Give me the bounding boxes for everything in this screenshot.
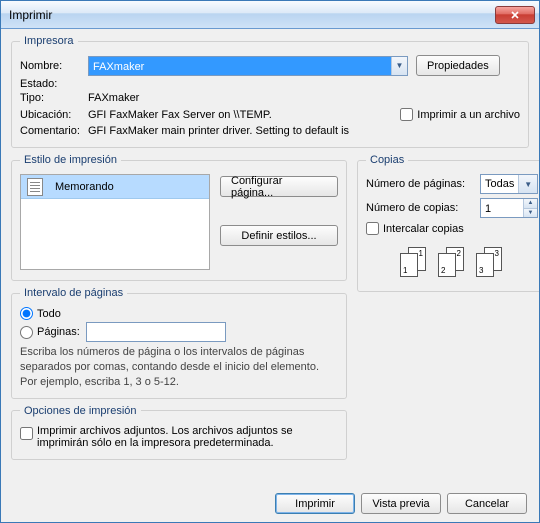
close-button[interactable] bbox=[495, 6, 535, 24]
print-to-file-option[interactable]: Imprimir a un archivo bbox=[400, 108, 520, 121]
printer-comment-value: GFI FaxMaker main printer driver. Settin… bbox=[88, 125, 349, 137]
range-pages-option[interactable]: Páginas: bbox=[20, 322, 338, 342]
print-button[interactable]: Imprimir bbox=[275, 493, 355, 514]
chevron-down-icon: ▼ bbox=[518, 175, 537, 193]
print-style-group: Estilo de impresión Memorando Configurar… bbox=[11, 154, 347, 281]
preview-button[interactable]: Vista previa bbox=[361, 493, 441, 514]
print-options-legend: Opciones de impresión bbox=[20, 405, 141, 417]
style-item-label: Memorando bbox=[55, 181, 114, 193]
printer-comment-label: Comentario: bbox=[20, 125, 88, 137]
print-to-file-checkbox[interactable] bbox=[400, 108, 413, 121]
printer-location-value: GFI FaxMaker Fax Server on \\TEMP. bbox=[88, 109, 400, 121]
collate-label: Intercalar copias bbox=[383, 223, 464, 235]
print-to-file-label: Imprimir a un archivo bbox=[417, 109, 520, 121]
chevron-down-icon: ▼ bbox=[391, 57, 407, 75]
printer-type-value: FAXmaker bbox=[88, 92, 139, 104]
collate-checkbox[interactable] bbox=[366, 222, 379, 235]
page-setup-button[interactable]: Configurar página... bbox=[220, 176, 338, 197]
collate-illustration: 11 22 33 bbox=[366, 247, 538, 279]
copies-legend: Copias bbox=[366, 154, 408, 166]
num-pages-label: Número de páginas: bbox=[366, 178, 474, 190]
range-all-radio[interactable] bbox=[20, 307, 33, 320]
num-copies-label: Número de copias: bbox=[366, 202, 474, 214]
titlebar[interactable]: Imprimir bbox=[1, 1, 539, 29]
print-attachments-label: Imprimir archivos adjuntos. Los archivos… bbox=[37, 425, 317, 449]
print-options-group: Opciones de impresión Imprimir archivos … bbox=[11, 405, 347, 460]
page-range-group: Intervalo de páginas Todo Páginas: Escri… bbox=[11, 287, 347, 399]
print-attachments-checkbox[interactable] bbox=[20, 427, 33, 440]
cancel-button[interactable]: Cancelar bbox=[447, 493, 527, 514]
properties-button[interactable]: Propiedades bbox=[416, 55, 500, 76]
printer-location-label: Ubicación: bbox=[20, 109, 88, 121]
spin-up-icon[interactable]: ▲ bbox=[524, 199, 537, 209]
range-hint: Escriba los números de página o los inte… bbox=[20, 345, 338, 390]
range-pages-input[interactable] bbox=[86, 322, 226, 342]
range-all-option[interactable]: Todo bbox=[20, 307, 338, 320]
printer-legend: Impresora bbox=[20, 35, 78, 47]
define-styles-button[interactable]: Definir estilos... bbox=[220, 225, 338, 246]
printer-name-label: Nombre: bbox=[20, 60, 88, 72]
num-pages-select[interactable]: Todas ▼ bbox=[480, 174, 538, 194]
print-attachments-option[interactable]: Imprimir archivos adjuntos. Los archivos… bbox=[20, 425, 338, 449]
close-icon bbox=[511, 11, 519, 19]
range-all-label: Todo bbox=[37, 308, 61, 320]
num-pages-value: Todas bbox=[481, 178, 518, 190]
page-range-legend: Intervalo de páginas bbox=[20, 287, 127, 299]
spin-down-icon[interactable]: ▼ bbox=[524, 209, 537, 218]
printer-select[interactable]: FAXmaker ▼ bbox=[88, 56, 408, 76]
printer-state-label: Estado: bbox=[20, 78, 88, 90]
memo-style-icon bbox=[27, 178, 43, 196]
num-copies-value: 1 bbox=[481, 199, 523, 217]
range-pages-radio[interactable] bbox=[20, 326, 33, 339]
printer-type-label: Tipo: bbox=[20, 92, 88, 104]
num-copies-input[interactable]: 1 ▲ ▼ bbox=[480, 198, 538, 218]
style-list[interactable]: Memorando bbox=[20, 174, 210, 270]
collate-option[interactable]: Intercalar copias bbox=[366, 222, 538, 235]
copies-group: Copias Número de páginas: Todas ▼ Número… bbox=[357, 154, 539, 292]
list-item[interactable]: Memorando bbox=[21, 175, 209, 199]
range-pages-label: Páginas: bbox=[37, 326, 80, 338]
print-dialog: Imprimir Impresora Nombre: FAXmaker ▼ Pr… bbox=[0, 0, 540, 523]
window-title: Imprimir bbox=[9, 8, 495, 22]
print-style-legend: Estilo de impresión bbox=[20, 154, 121, 166]
printer-select-value: FAXmaker bbox=[89, 57, 391, 75]
printer-group: Impresora Nombre: FAXmaker ▼ Propiedades… bbox=[11, 35, 529, 148]
